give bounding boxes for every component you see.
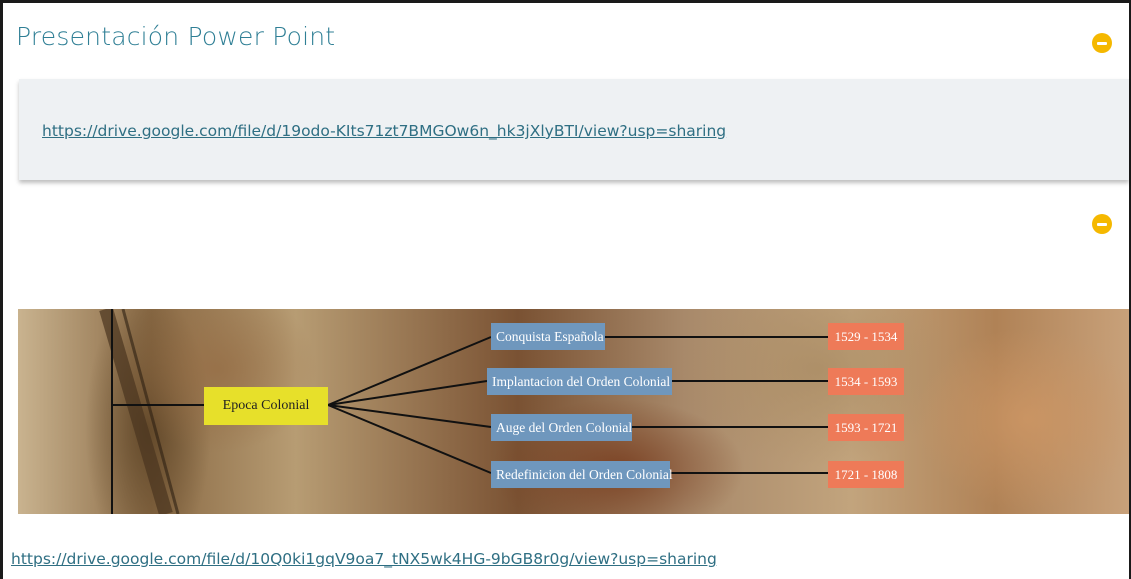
collapse-section-button-2[interactable]	[1092, 214, 1112, 234]
presentation-link[interactable]: https://drive.google.com/file/d/19odo-KI…	[42, 122, 726, 140]
timeline-image: Epoca Colonial Conquista Española Implan…	[18, 309, 1129, 514]
collapse-section-button[interactable]	[1092, 33, 1112, 53]
rifle-shape	[99, 309, 173, 514]
timeline-root-node: Epoca Colonial	[204, 387, 328, 425]
timeline-year-node: 1593 - 1721	[828, 414, 904, 441]
timeline-period-node: Implantacion del Orden Colonial	[487, 368, 672, 395]
branch-line	[327, 380, 488, 406]
timeline-period-node: Conquista Española	[491, 323, 605, 350]
timeline-year-node: 1534 - 1593	[828, 368, 904, 395]
link-panel: https://drive.google.com/file/d/19odo-KI…	[19, 79, 1129, 180]
timeline-year-node: 1721 - 1808	[828, 461, 904, 488]
image-source-link[interactable]: https://drive.google.com/file/d/10Q0ki1g…	[11, 550, 717, 568]
timeline-period-node: Auge del Orden Colonial	[491, 414, 632, 441]
branch-line	[327, 336, 492, 406]
timeline-year-node: 1529 - 1534	[828, 323, 904, 350]
timeline-period-node: Redefinicion del Orden Colonial	[491, 461, 673, 488]
section-title: Presentación Power Point	[16, 22, 336, 51]
